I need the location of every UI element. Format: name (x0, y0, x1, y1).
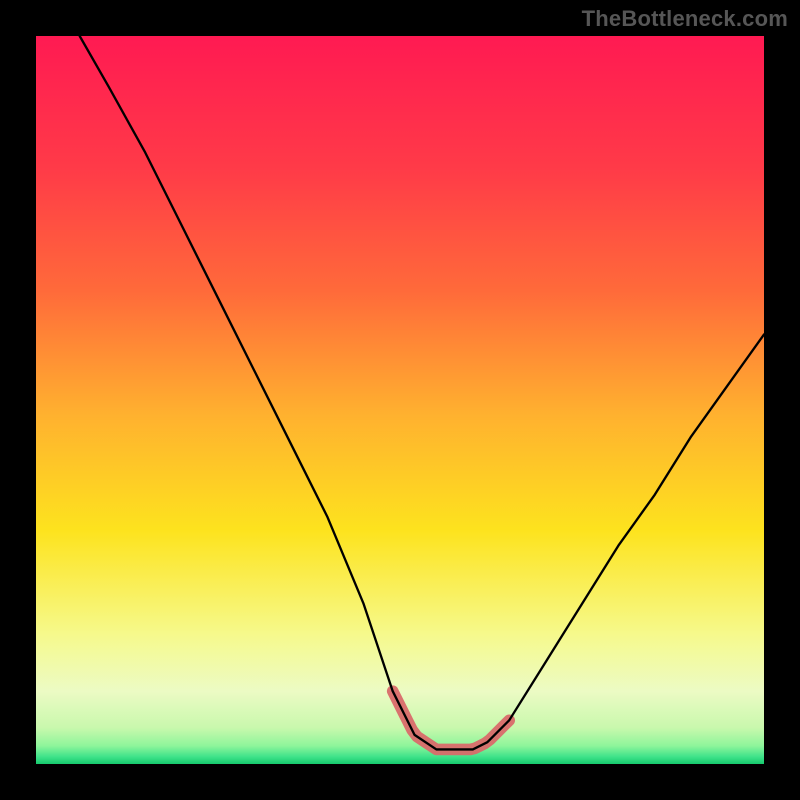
watermark-text: TheBottleneck.com (582, 6, 788, 32)
page-root: TheBottleneck.com (0, 0, 800, 800)
plot-area (36, 36, 764, 764)
curve-layer (36, 36, 764, 764)
bottleneck-curve (80, 36, 764, 749)
